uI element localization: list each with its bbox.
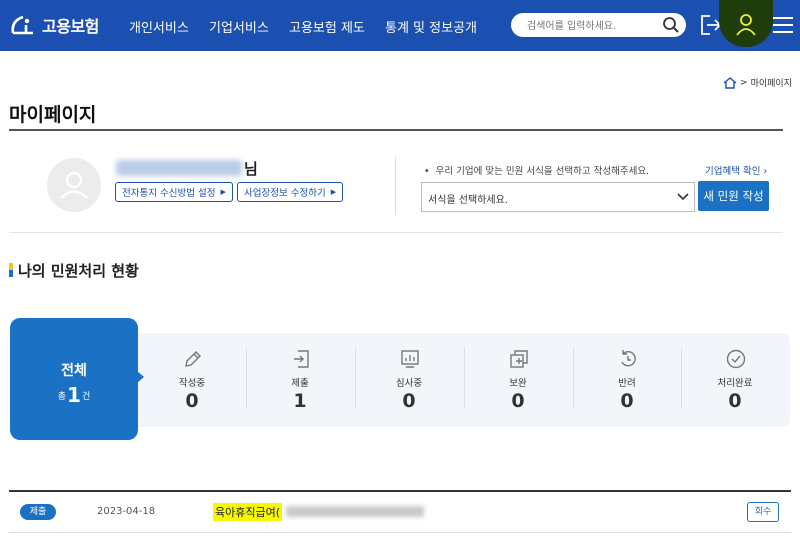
edit-business-info-label: 사업장정보 수정하기 [244, 188, 326, 199]
review-icon [401, 350, 419, 368]
site-logo[interactable]: 고용보험 [9, 12, 99, 38]
status-all-card[interactable]: 전체 총1건 [10, 318, 138, 440]
status-item-label: 처리완료 [717, 378, 753, 389]
status-all-prefix: 총 [57, 392, 67, 402]
status-all-count: 1 [67, 383, 81, 407]
breadcrumb: > 마이페이지 [723, 76, 792, 89]
redacted-company-name [116, 160, 242, 176]
petition-title-link[interactable]: 육아휴직급여( [213, 503, 283, 521]
title-divider [9, 129, 783, 131]
logo-text: 고용보험 [42, 17, 99, 36]
avatar [47, 158, 101, 212]
status-item-label: 반려 [618, 378, 636, 389]
status-item-reviewing[interactable]: 심사중 0 [355, 348, 463, 418]
status-all-count-line: 총1건 [10, 383, 138, 407]
caret-right-icon: ▶ [330, 188, 337, 196]
home-icon[interactable] [723, 76, 737, 89]
status-item-label: 심사중 [395, 378, 423, 389]
status-item-count: 0 [620, 390, 634, 412]
nav-item-business[interactable]: 기업서비스 [209, 17, 269, 36]
business-benefit-label: 기업혜택 확인 [705, 166, 761, 177]
status-item-count: 1 [293, 390, 307, 412]
status-item-count: 0 [185, 390, 199, 412]
status-all-suffix: 건 [81, 392, 91, 402]
form-select-value: 서식을 선택하세요. [428, 195, 508, 206]
top-navigation-bar: 고용보험 개인서비스 기업서비스 고용보험 제도 통계 및 정보공개 [0, 0, 800, 51]
form-select[interactable]: 서식을 선택하세요. [421, 182, 695, 212]
search-icon[interactable] [662, 16, 680, 34]
status-badge: 제출 [20, 504, 56, 520]
search-input[interactable] [525, 16, 659, 36]
recall-button[interactable]: 회수 [747, 502, 779, 522]
petition-notice: • 우리 기업에 맞는 민원 서식을 선택하고 작성해주세요. [424, 166, 650, 177]
status-item-label: 제출 [291, 378, 309, 389]
petition-date: 2023-04-18 [97, 506, 156, 517]
page-title: 마이페이지 [9, 104, 97, 126]
user-icon[interactable] [733, 12, 759, 38]
edit-business-info-button[interactable]: 사업장정보 수정하기 ▶ [237, 182, 344, 202]
check-icon [726, 349, 746, 369]
status-item-count: 0 [511, 390, 525, 412]
redacted-petition-details [286, 506, 424, 517]
breadcrumb-current: 마이페이지 [750, 79, 792, 89]
vertical-divider [395, 157, 396, 215]
section-divider [9, 232, 783, 233]
nav-item-statistics[interactable]: 통계 및 정보공개 [385, 17, 477, 36]
status-item-returned[interactable]: 반려 0 [573, 348, 681, 418]
notification-settings-button[interactable]: 전자통지 수신방법 설정 ▶ [115, 182, 233, 202]
status-section-title: 나의 민원처리 현황 [18, 262, 139, 280]
menu-icon[interactable] [770, 12, 796, 38]
pencil-icon [185, 351, 201, 367]
status-item-completed[interactable]: 처리완료 0 [681, 348, 789, 418]
nav-item-insurance-system[interactable]: 고용보험 제도 [289, 17, 365, 36]
name-suffix: 님 [244, 160, 258, 178]
petition-row: 제출 2023-04-18 육아휴직급여( 회수 [9, 492, 791, 533]
supplement-icon [510, 350, 528, 368]
status-item-submitted[interactable]: 제출 1 [246, 348, 354, 418]
status-item-count: 0 [728, 390, 742, 412]
chevron-down-icon [677, 193, 689, 201]
status-item-label: 보완 [509, 378, 527, 389]
status-item-supplement[interactable]: 보완 0 [464, 348, 572, 418]
search-box [511, 13, 686, 37]
business-benefit-link[interactable]: 기업혜택 확인 › [705, 163, 767, 177]
return-icon [621, 350, 636, 367]
status-item-label: 작성중 [178, 378, 206, 389]
new-petition-button[interactable]: 새 민원 작성 [698, 181, 769, 211]
chevron-right-icon: › [763, 166, 768, 177]
breadcrumb-separator: > [740, 77, 748, 88]
caret-right-icon: ▶ [220, 188, 226, 196]
section-marker [9, 263, 13, 277]
submit-icon [294, 350, 309, 368]
status-item-writing[interactable]: 작성중 0 [138, 348, 246, 418]
logo-mark-icon [11, 15, 33, 35]
status-item-count: 0 [402, 390, 416, 412]
notification-settings-label: 전자통지 수신방법 설정 [122, 188, 216, 199]
status-all-label: 전체 [61, 363, 87, 379]
petition-notice-text: 우리 기업에 맞는 민원 서식을 선택하고 작성해주세요. [435, 166, 650, 177]
nav-item-personal[interactable]: 개인서비스 [129, 17, 189, 36]
